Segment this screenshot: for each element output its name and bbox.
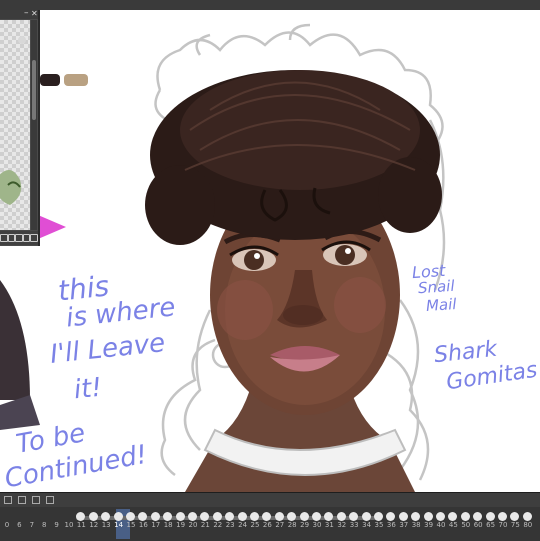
frame-cell[interactable] (510, 512, 520, 521)
frame-cell[interactable] (150, 512, 160, 521)
frame-cell[interactable] (336, 512, 346, 521)
frame-cell[interactable] (386, 512, 396, 521)
frame-cell[interactable] (485, 512, 495, 521)
frame-cell[interactable] (436, 512, 445, 521)
navigator-toolbar (0, 231, 38, 245)
play-icon[interactable] (4, 496, 12, 504)
minimize-icon[interactable]: – (24, 9, 29, 18)
timeline-toolbar (0, 493, 540, 507)
frame-cell[interactable] (274, 512, 284, 521)
timeline-frames[interactable]: 0 6 7 8 9 10 11 12 13 14 15 16 17 18 19 20 21 22 23 24 25 26 2… (0, 509, 540, 541)
credit-mail: Mail (425, 294, 458, 316)
frame-cell[interactable] (448, 512, 458, 521)
credit-snail: Snail (417, 276, 456, 298)
frame-cell[interactable] (473, 512, 483, 521)
onion-icon[interactable] (32, 496, 40, 504)
frame-cell[interactable] (498, 512, 507, 521)
navigator-header: – ✕ (0, 9, 38, 19)
zoom-icon[interactable] (15, 234, 23, 242)
pink-shape (38, 215, 66, 239)
frame-cell[interactable] (522, 512, 532, 521)
drawing-canvas[interactable]: this is where I'll Leave it! To be Conti… (0, 10, 540, 492)
stop-icon[interactable] (18, 496, 26, 504)
folder-icon[interactable] (22, 234, 31, 242)
frame-cell[interactable] (88, 512, 98, 521)
frame-cell[interactable] (398, 512, 408, 521)
frame-cell[interactable] (460, 512, 470, 521)
frame-cell[interactable] (212, 512, 222, 521)
frame-cell[interactable] (423, 512, 433, 521)
frame-cell[interactable] (361, 512, 371, 521)
frame-cell[interactable] (188, 512, 197, 521)
rotate-icon[interactable] (0, 234, 8, 242)
frame-cell[interactable] (175, 512, 185, 521)
frame-cell[interactable] (374, 512, 383, 521)
frame-cell[interactable] (299, 512, 309, 521)
frame-cell[interactable] (411, 512, 421, 521)
frame-cell[interactable] (237, 512, 247, 521)
trash-icon[interactable] (30, 234, 38, 242)
navigator-scrollbar[interactable] (31, 20, 37, 230)
timeline-panel: 0 6 7 8 9 10 11 12 13 14 15 16 17 18 19 20 21 22 23 24 25 26 2… (0, 492, 540, 541)
frame-cell[interactable] (312, 512, 321, 521)
color-swatch-dark[interactable] (40, 74, 60, 86)
close-icon[interactable]: ✕ (31, 9, 38, 18)
navigator-panel: – ✕ (0, 9, 40, 246)
frame-number[interactable]: 80 (519, 521, 537, 529)
scrollbar-thumb[interactable] (32, 60, 36, 120)
add-frame-icon[interactable] (46, 496, 54, 504)
navigator-thumbnail (0, 36, 26, 205)
frame-cell[interactable] (250, 512, 259, 521)
flip-icon[interactable] (7, 234, 16, 242)
navigator-preview[interactable] (0, 20, 30, 230)
color-swatch-tan[interactable] (64, 74, 88, 86)
frame-cell[interactable] (113, 512, 123, 521)
frame-cell[interactable] (126, 512, 135, 521)
note-line-it: it! (72, 372, 104, 406)
